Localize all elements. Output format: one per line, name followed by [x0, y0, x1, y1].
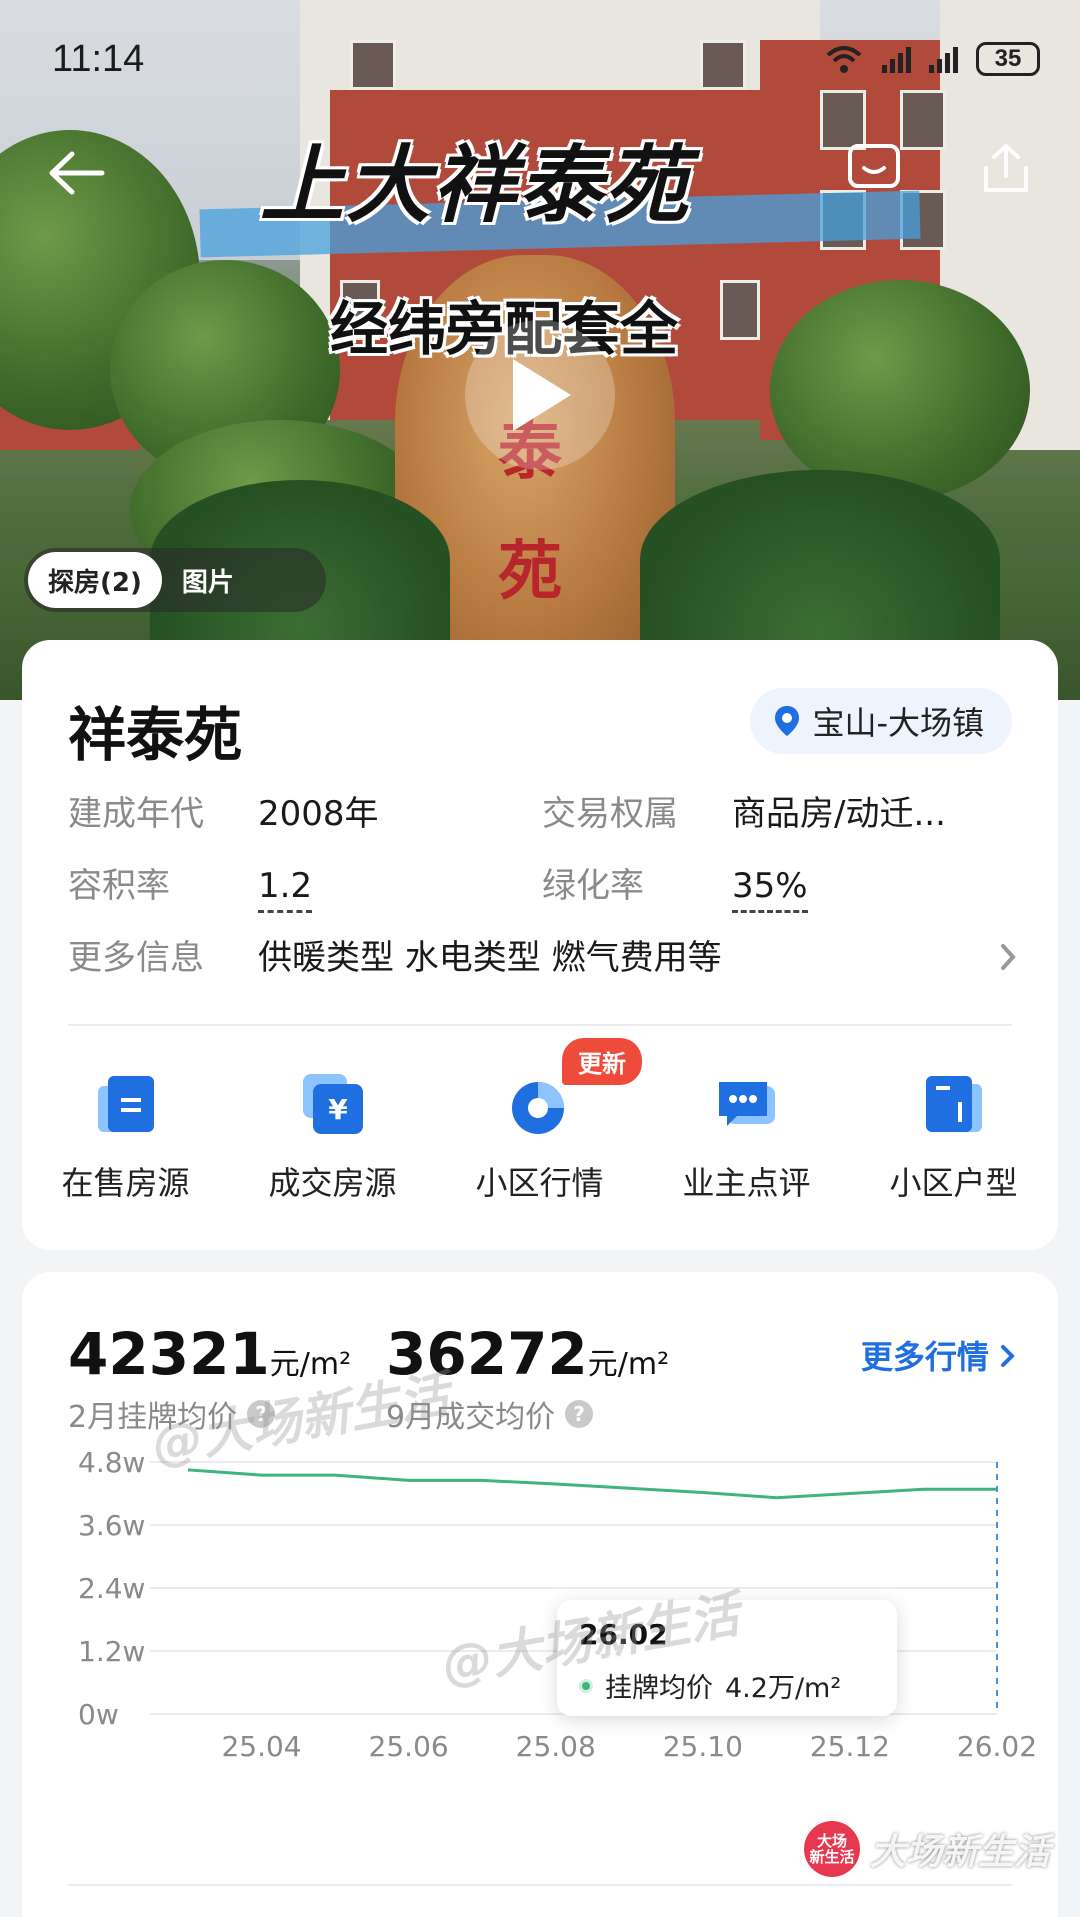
yuan-icon: ¥ [302, 1074, 363, 1134]
play-icon [513, 359, 571, 431]
window [700, 40, 746, 90]
floorplan-icon [925, 1076, 982, 1132]
play-button[interactable] [465, 320, 615, 470]
quick-link-market[interactable]: 更新 小区行情 [436, 1038, 643, 1204]
brand-name: 大场新生活 [869, 1832, 1050, 1873]
y-tick-label: 3.6w [78, 1509, 145, 1542]
chevron-right-icon [1001, 1345, 1015, 1367]
location-text: 宝山-大场镇 [812, 704, 984, 742]
quick-link-label: 成交房源 [268, 1164, 397, 1202]
info-row: 交易权属 商品房/动迁... [542, 786, 946, 835]
brand-logo: 大场 新生活 [803, 1821, 860, 1877]
green-ratio-value[interactable]: 35% [732, 866, 808, 913]
quick-link-reviews[interactable]: 业主点评 [643, 1060, 850, 1204]
brand-logo-line: 新生活 [809, 1848, 855, 1866]
status-icons: 35 [824, 42, 1040, 76]
quick-link-label: 在售房源 [61, 1164, 190, 1202]
more-info-value: 供暖类型 水电类型 燃气费用等 [258, 938, 722, 978]
y-tick-label: 2.4w [78, 1572, 145, 1605]
divider [68, 1884, 1012, 1886]
wifi-icon [826, 46, 862, 73]
info-row: 容积率 1.2 [68, 858, 313, 913]
tooltip-series: 挂牌均价 [605, 1673, 713, 1704]
plot-ratio-label: 容积率 [68, 866, 170, 906]
divider [68, 1024, 1012, 1026]
build-year-value: 2008年 [258, 794, 379, 834]
tooltip-value: 4.2万/m² [725, 1673, 842, 1704]
brand-watermark: 大场 新生活 大场新生活 [803, 1821, 1050, 1877]
signal-icon [929, 45, 958, 73]
x-tick-label: 25.08 [516, 1730, 596, 1763]
brand-logo-line: 大场 [816, 1831, 847, 1850]
x-tick-label: 25.04 [221, 1730, 301, 1763]
tab-house-tour[interactable]: 探房(2) [28, 552, 162, 608]
tab-photos[interactable]: 图片 [162, 552, 254, 608]
series-dot [579, 1678, 593, 1693]
green-ratio-label: 绿化率 [542, 866, 644, 906]
ownership-label: 交易权属 [542, 794, 678, 834]
stone-character: 苑 [498, 534, 562, 609]
update-badge: 更新 [562, 1038, 642, 1085]
quick-link-label: 小区行情 [475, 1164, 604, 1202]
battery-icon: 35 [976, 42, 1040, 76]
palm-plant [640, 470, 1000, 650]
window [720, 280, 760, 340]
video-title: 上大祥泰苑 [260, 136, 691, 234]
y-tick-label: 4.8w [78, 1446, 145, 1479]
more-market-link[interactable]: 更多行情 [861, 1332, 1016, 1378]
tooltip-row: 挂牌均价 4.2万/m² [579, 1666, 841, 1705]
tree [770, 280, 1030, 500]
window [350, 40, 396, 90]
help-icon[interactable]: ? [565, 1400, 594, 1428]
quick-link-on-sale[interactable]: 在售房源 [22, 1060, 229, 1204]
more-info-label: 更多信息 [68, 938, 204, 978]
info-row: 建成年代 2008年 [68, 786, 379, 835]
chevron-right-icon[interactable] [998, 942, 1018, 972]
share-icon[interactable] [978, 140, 1034, 196]
quick-link-deals[interactable]: ¥ 成交房源 [229, 1060, 436, 1204]
y-tick-label: 1.2w [78, 1635, 145, 1668]
quick-links: 在售房源 ¥ 成交房源 更新 小区行情 业主点评 小区户型 [22, 1038, 1058, 1204]
info-row: 绿化率 35% [542, 858, 808, 913]
more-market-label: 更多行情 [860, 1338, 989, 1376]
quick-link-label: 业主点评 [682, 1164, 811, 1202]
deal-price-unit: 元/m² [587, 1347, 670, 1382]
window [900, 90, 946, 150]
build-year-label: 建成年代 [68, 794, 204, 834]
x-tick-label: 26.02 [957, 1730, 1037, 1763]
community-info-card: 祥泰苑 宝山-大场镇 建成年代 2008年 交易权属 商品房/动迁... 容积率… [22, 640, 1058, 1250]
ownership-value: 商品房/动迁... [732, 794, 946, 834]
listing-price-value: 42321 [68, 1320, 270, 1388]
status-time: 11:14 [52, 38, 145, 80]
community-name: 祥泰苑 [68, 701, 243, 769]
signal-icon [882, 45, 911, 73]
series-line [187, 1468, 997, 1500]
x-tick-label: 25.10 [663, 1730, 743, 1763]
back-arrow-icon[interactable] [46, 148, 106, 198]
quick-link-floorplans[interactable]: 小区户型 [850, 1060, 1057, 1204]
more-info-row[interactable]: 更多信息 供暖类型 水电类型 燃气费用等 [68, 930, 722, 979]
message-icon[interactable] [846, 140, 902, 196]
plot-ratio-value[interactable]: 1.2 [258, 866, 313, 913]
x-tick-label: 25.06 [369, 1730, 449, 1763]
x-tick-label: 25.12 [810, 1730, 890, 1763]
chat-icon [718, 1082, 775, 1126]
y-tick-label: 0w [78, 1698, 119, 1731]
svg-text:¥: ¥ [328, 1093, 348, 1126]
listing-icon [97, 1076, 154, 1132]
quick-link-label: 小区户型 [889, 1164, 1018, 1202]
location-badge[interactable]: 宝山-大场镇 [750, 688, 1012, 754]
media-tabs: 探房(2) 图片 [24, 548, 326, 612]
location-pin-icon [775, 706, 800, 736]
